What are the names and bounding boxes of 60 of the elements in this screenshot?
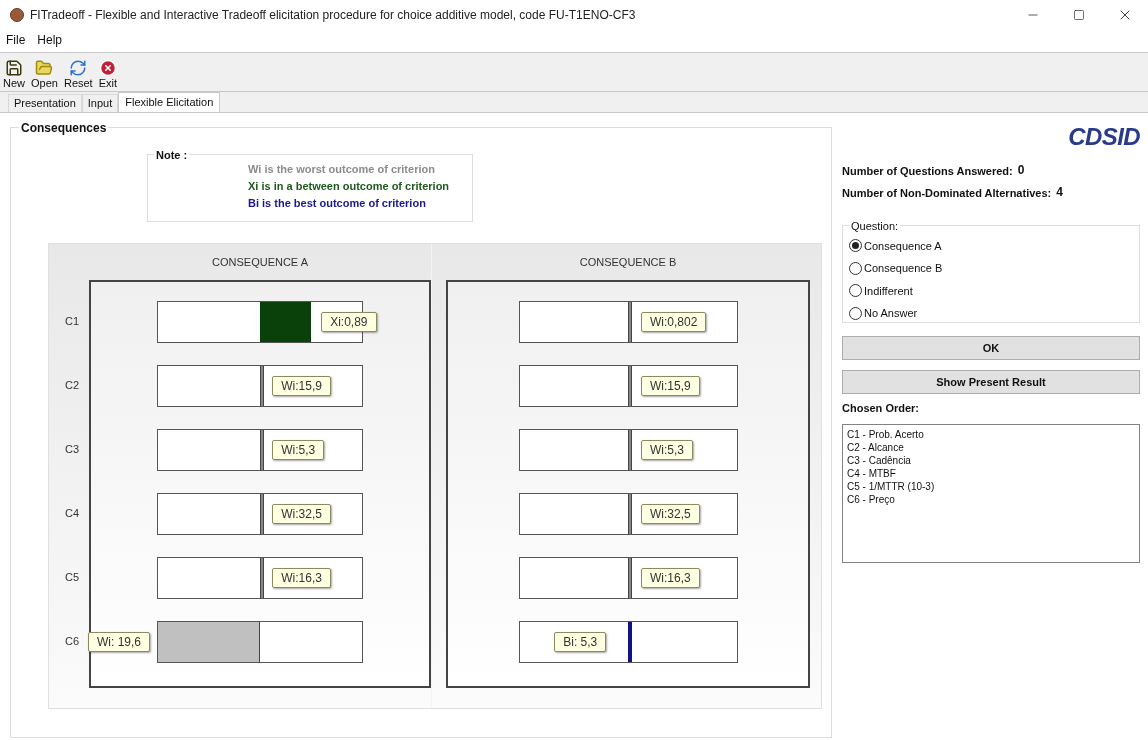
value-tag: Wi:15,9 [641, 376, 700, 396]
menu-item[interactable]: File [6, 31, 26, 49]
stat-value: 0 [1017, 162, 1025, 179]
window-title: FITradeoff - Flexible and Interactive Tradeoff elicitation procedure for choice additive model, code FU-T1ENO-CF3 [30, 7, 636, 24]
value-tag: Wi:16,3 [641, 568, 700, 588]
note-line: Wi is the worst outcome of criterion [248, 162, 436, 176]
note-line: Xi is in a between outcome of criterion [248, 179, 451, 193]
axis-label: C4 [64, 505, 80, 521]
maximize-icon [1073, 9, 1085, 21]
action-button[interactable]: OK [842, 336, 1140, 360]
list-item[interactable]: C1 - Prob. Acerto [847, 427, 1139, 441]
radio-option[interactable]: Indifferent [849, 282, 1139, 300]
radio-button[interactable] [849, 306, 862, 320]
value-tag: Wi:5,3 [272, 440, 325, 460]
axis-label: C1 [64, 313, 80, 329]
close-icon [98, 59, 117, 77]
refresh-icon [69, 59, 88, 77]
radio-option[interactable]: No Answer [849, 304, 1139, 322]
panel-title: CONSEQUENCE B [579, 254, 677, 270]
toolbar-button[interactable]: Exit [97, 59, 119, 89]
radio-button[interactable] [849, 284, 862, 298]
value-tag: Xi:0,89 [321, 312, 377, 332]
value-tag: Wi:32,5 [272, 504, 331, 524]
value-tag: Wi:32,5 [641, 504, 700, 524]
toolbar-button[interactable]: Open [30, 59, 59, 89]
toolbar-button[interactable]: New [2, 59, 26, 89]
list-item[interactable]: C3 - Cadência [847, 453, 1139, 467]
radio-button[interactable] [849, 261, 862, 275]
axis-label: C5 [64, 569, 80, 585]
logo: CDSID [1068, 123, 1140, 152]
value-tag: Wi:15,9 [272, 376, 331, 396]
list-item[interactable]: C5 - 1/MTTR (10-3) [847, 479, 1139, 493]
value-tag: Wi:0,802 [641, 312, 707, 332]
menu-item[interactable]: Help [37, 31, 63, 49]
note-line: Bi is the best outcome of criterion [248, 196, 427, 210]
list-item[interactable]: C4 - MTBF [847, 466, 1139, 480]
list-item[interactable]: C2 - Alcance [847, 440, 1139, 454]
value-tag: Wi: 19,6 [88, 632, 150, 652]
tab[interactable]: Flexible Elicitation [118, 92, 221, 112]
value-tag: Bi: 5,3 [554, 632, 607, 652]
action-button[interactable]: Show Present Result [842, 370, 1140, 394]
radio-option[interactable]: Consequence A [849, 237, 1139, 255]
axis-label: C6 [64, 633, 80, 649]
radio-button[interactable] [849, 239, 862, 253]
value-tag: Wi:16,3 [272, 568, 331, 588]
panel-title: CONSEQUENCE A [212, 254, 308, 270]
app-icon [10, 8, 24, 22]
axis-label: C2 [64, 377, 80, 393]
folder-icon [35, 59, 54, 77]
stat-label: Number of Questions Answered: [842, 163, 1013, 179]
value-tag: Wi:5,3 [641, 440, 694, 460]
tab[interactable]: Presentation [8, 94, 82, 112]
stat-value: 4 [1056, 184, 1063, 201]
order-title: Chosen Order: [842, 401, 920, 416]
axis-label: C3 [64, 441, 80, 457]
stat-label: Number of Non-Dominated Alternatives: [842, 185, 1052, 201]
tab[interactable]: Input [81, 94, 119, 112]
toolbar-button[interactable]: Reset [62, 59, 94, 89]
list-item[interactable]: C6 - Preço [847, 492, 1139, 506]
radio-option[interactable]: Consequence B [849, 259, 1139, 277]
